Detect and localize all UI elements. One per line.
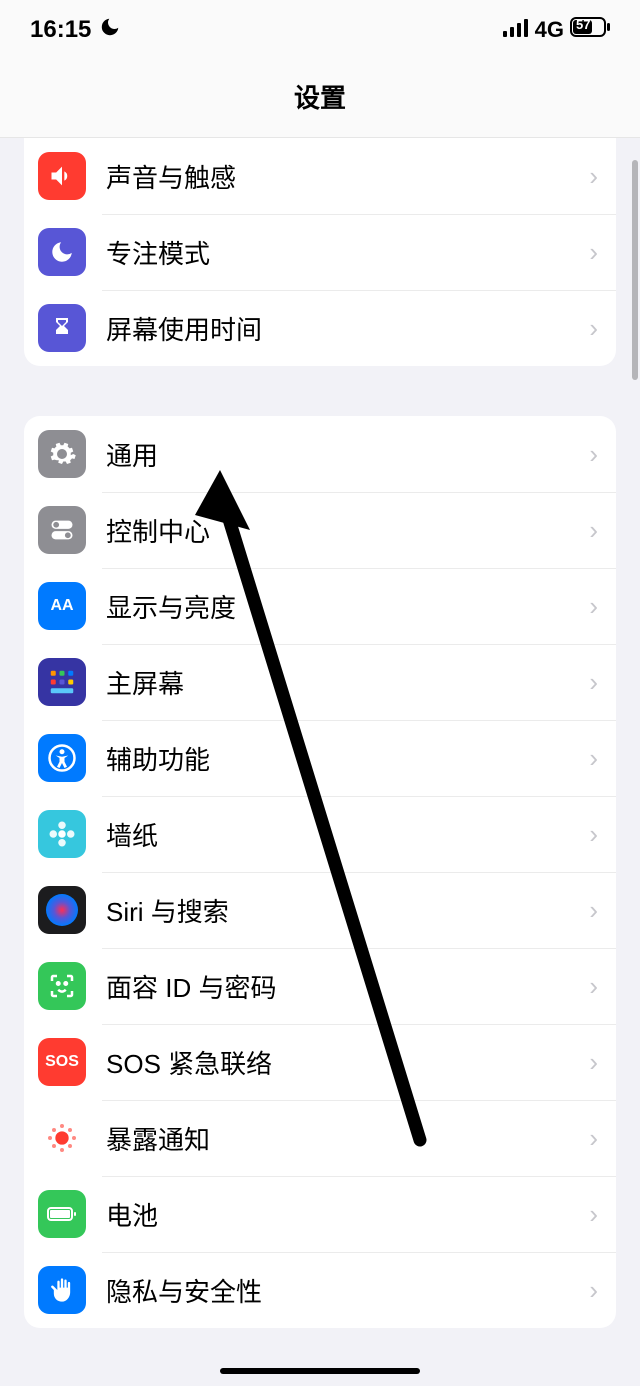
row-label: 通用	[106, 436, 589, 473]
row-label: 墙纸	[106, 816, 589, 853]
text-size-icon: AA	[38, 582, 86, 630]
face-icon	[38, 962, 86, 1010]
row-label: 电池	[106, 1196, 589, 1233]
gear-icon	[38, 430, 86, 478]
row-sos[interactable]: SOS SOS 紧急联络 ›	[24, 1024, 616, 1100]
chevron-right-icon: ›	[589, 161, 598, 192]
settings-scroll[interactable]: 声音与触感 › 专注模式 › 屏幕使用时间 › 通用 ›	[0, 138, 640, 1364]
flower-icon	[38, 810, 86, 858]
status-bar: 16:15 4G 57	[0, 0, 640, 60]
row-label: 声音与触感	[106, 158, 589, 195]
battery-icon	[38, 1190, 86, 1238]
hourglass-icon	[38, 304, 86, 352]
row-homescreen[interactable]: 主屏幕 ›	[24, 644, 616, 720]
row-focus[interactable]: 专注模式 ›	[24, 214, 616, 290]
chevron-right-icon: ›	[589, 591, 598, 622]
row-control-center[interactable]: 控制中心 ›	[24, 492, 616, 568]
chevron-right-icon: ›	[589, 515, 598, 546]
chevron-right-icon: ›	[589, 743, 598, 774]
row-privacy[interactable]: 隐私与安全性 ›	[24, 1252, 616, 1328]
scrollbar-thumb[interactable]	[632, 160, 638, 380]
row-label: 控制中心	[106, 512, 589, 549]
battery-percent: 57	[576, 17, 590, 32]
row-wallpaper[interactable]: 墙纸 ›	[24, 796, 616, 872]
chevron-right-icon: ›	[589, 1199, 598, 1230]
row-faceid[interactable]: 面容 ID 与密码 ›	[24, 948, 616, 1024]
exposure-icon	[38, 1114, 86, 1162]
chevron-right-icon: ›	[589, 439, 598, 470]
chevron-right-icon: ›	[589, 667, 598, 698]
settings-group-1: 声音与触感 › 专注模式 › 屏幕使用时间 ›	[24, 138, 616, 366]
row-label: 屏幕使用时间	[106, 310, 589, 347]
chevron-right-icon: ›	[589, 1275, 598, 1306]
siri-icon	[38, 886, 86, 934]
settings-group-2: 通用 › 控制中心 › AA 显示与亮度 › 主屏幕 › 辅助功能	[24, 416, 616, 1328]
row-label: 面容 ID 与密码	[106, 968, 589, 1005]
row-label: 隐私与安全性	[106, 1272, 589, 1309]
row-label: 主屏幕	[106, 664, 589, 701]
row-display[interactable]: AA 显示与亮度 ›	[24, 568, 616, 644]
sos-icon: SOS	[38, 1038, 86, 1086]
accessibility-icon	[38, 734, 86, 782]
row-siri[interactable]: Siri 与搜索 ›	[24, 872, 616, 948]
row-label: SOS 紧急联络	[106, 1044, 589, 1081]
row-accessibility[interactable]: 辅助功能 ›	[24, 720, 616, 796]
row-label: 显示与亮度	[106, 588, 589, 625]
status-time: 16:15	[30, 16, 91, 44]
status-right: 4G 57	[503, 16, 610, 44]
row-label: 专注模式	[106, 234, 589, 271]
hand-icon	[38, 1266, 86, 1314]
chevron-right-icon: ›	[589, 819, 598, 850]
chevron-right-icon: ›	[589, 971, 598, 1002]
row-sounds[interactable]: 声音与触感 ›	[24, 138, 616, 214]
network-label: 4G	[535, 17, 564, 43]
row-screentime[interactable]: 屏幕使用时间 ›	[24, 290, 616, 366]
chevron-right-icon: ›	[589, 1047, 598, 1078]
status-left: 16:15	[30, 16, 121, 45]
battery-icon: 57	[570, 16, 610, 44]
row-label: Siri 与搜索	[106, 892, 589, 929]
row-battery[interactable]: 电池 ›	[24, 1176, 616, 1252]
chevron-right-icon: ›	[589, 237, 598, 268]
row-label: 暴露通知	[106, 1120, 589, 1157]
chevron-right-icon: ›	[589, 313, 598, 344]
chevron-right-icon: ›	[589, 895, 598, 926]
switches-icon	[38, 506, 86, 554]
home-indicator[interactable]	[220, 1368, 420, 1374]
page-title: 设置	[0, 60, 640, 138]
row-label: 辅助功能	[106, 740, 589, 777]
row-general[interactable]: 通用 ›	[24, 416, 616, 492]
row-exposure[interactable]: 暴露通知 ›	[24, 1100, 616, 1176]
grid-icon	[38, 658, 86, 706]
chevron-right-icon: ›	[589, 1123, 598, 1154]
moon-icon	[38, 228, 86, 276]
focus-moon-icon	[99, 16, 121, 45]
speaker-icon	[38, 152, 86, 200]
signal-icon	[503, 16, 529, 44]
